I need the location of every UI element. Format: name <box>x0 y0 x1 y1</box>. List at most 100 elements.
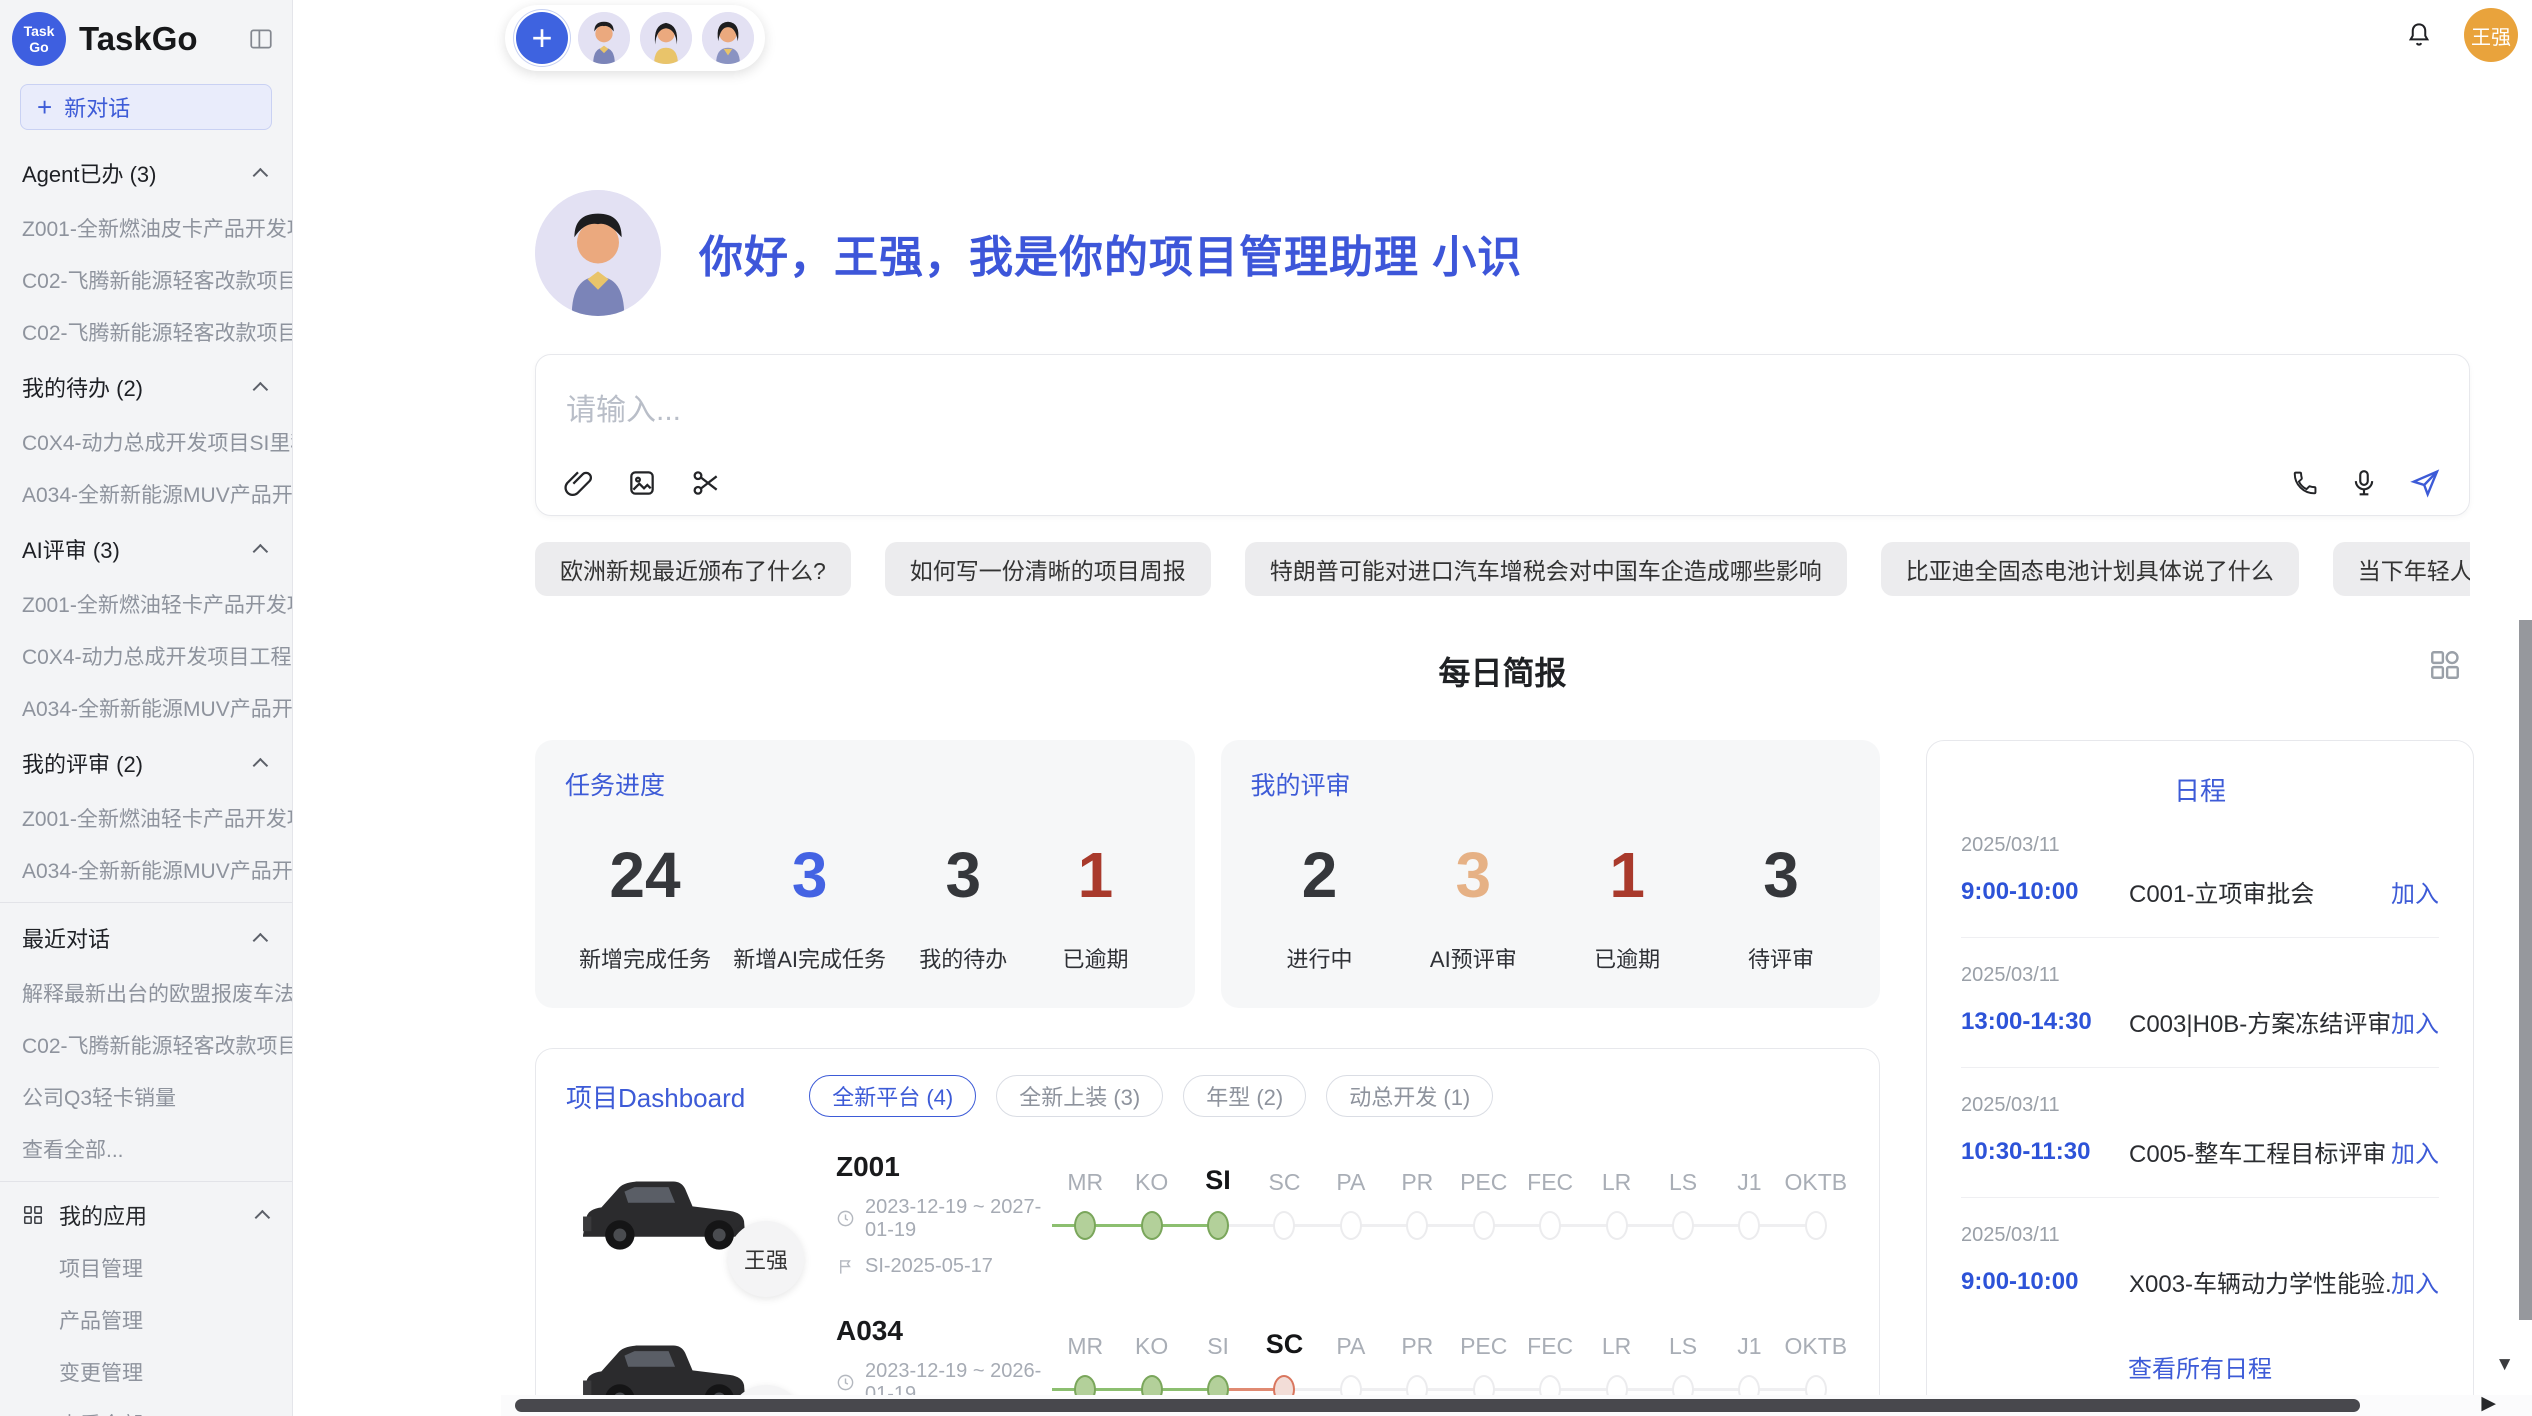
horizontal-scrollbar-thumb[interactable] <box>515 1399 2360 1412</box>
suggestion-chip[interactable]: 特朗普可能对进口汽车增税会对中国车企造成哪些影响 <box>1245 542 1847 596</box>
stat-label: 新增AI完成任务 <box>733 942 886 974</box>
schedule-item: 2025/03/11 9:00-10:00 X003-车辆动力学性能验... 加… <box>1961 1198 2439 1327</box>
chat-input-box[interactable]: 请输入... <box>535 354 2470 516</box>
user-avatar[interactable]: 王强 <box>2464 8 2518 62</box>
clock-icon <box>836 1373 855 1392</box>
content: 你好，王强，我是你的项目管理助理 小识 请输入... 欧洲新规最近颁布了什么?如… <box>535 0 2470 1416</box>
sidebar-item[interactable]: Z001-全新燃油皮卡产品开发项目SI节点Lesson Learn报告 <box>0 202 292 254</box>
milestone[interactable]: PA <box>1318 1158 1384 1262</box>
suggestion-chips: 欧洲新规最近颁布了什么? 如何写一份清晰的项目周报特朗普可能对进口汽车增税会对中国… <box>535 542 2470 596</box>
sidebar-section-title: Agent已办 (3) <box>22 157 157 189</box>
schedule-event-title: C005-整车工程目标评审 <box>2119 1134 2391 1169</box>
milestone-label: SI <box>1185 1322 1251 1360</box>
stat-value: 2 <box>1265 838 1375 912</box>
join-meeting-link[interactable]: 加入 <box>2391 1004 2439 1039</box>
layout-grid-icon[interactable] <box>2428 648 2462 682</box>
session-avatar[interactable] <box>702 12 754 64</box>
join-meeting-link[interactable]: 加入 <box>2391 874 2439 909</box>
milestone[interactable]: SI <box>1185 1158 1251 1262</box>
milestone[interactable]: FEC <box>1517 1158 1583 1262</box>
sidebar-section-header[interactable]: Agent已办 (3) <box>0 144 292 202</box>
sidebar-section-header[interactable]: 我的评审 (2) <box>0 734 292 792</box>
sidebar-section-header[interactable]: AI评审 (3) <box>0 520 292 578</box>
app-item[interactable]: 变更管理 <box>0 1346 292 1398</box>
filter-pill[interactable]: 动总开发 (1) <box>1326 1075 1493 1117</box>
session-avatar[interactable] <box>640 12 692 64</box>
milestone[interactable]: PR <box>1384 1158 1450 1262</box>
scroll-down-arrow-icon[interactable]: ▼ <box>2495 1354 2514 1376</box>
send-icon[interactable] <box>2409 467 2441 499</box>
suggestion-chip[interactable]: 欧洲新规最近颁布了什么? <box>535 542 851 596</box>
sidebar-section-header[interactable]: 我的待办 (2) <box>0 358 292 416</box>
sidebar-item[interactable]: A034-全新新能源MUV产品开发项目法规符合性评审 <box>0 682 292 734</box>
sidebar-item[interactable]: Z001-全新燃油轻卡产品开发项目SI造型提交物评审 <box>0 578 292 630</box>
stat-value: 24 <box>579 838 711 912</box>
phone-call-icon[interactable] <box>2289 468 2319 498</box>
image-upload-icon[interactable] <box>626 467 658 499</box>
attachment-icon[interactable] <box>562 467 594 499</box>
suggestion-chip[interactable]: 当下年轻人对汽车外观有怎样的喜好趋势 <box>2333 542 2470 596</box>
milestone-label: FEC <box>1517 1322 1583 1360</box>
scissors-icon[interactable] <box>690 467 722 499</box>
milestone-label: OKTB <box>1783 1322 1849 1360</box>
sidebar-item[interactable]: C0X4-动力总成开发项目工程变更评审 <box>0 630 292 682</box>
stat-item: 3 待评审 <box>1726 838 1836 974</box>
milestone[interactable]: OKTB <box>1783 1158 1849 1262</box>
suggestion-chip[interactable]: 比亚迪全固态电池计划具体说了什么 <box>1881 542 2299 596</box>
milestone[interactable]: SC <box>1251 1158 1317 1262</box>
scroll-right-arrow-icon[interactable]: ▶ <box>2481 1392 2496 1415</box>
session-switcher: + <box>505 5 765 71</box>
project-row[interactable]: 王强 Z001 2023-12-19 ~ 2027-01-19 <box>566 1147 1849 1281</box>
apps-view-all[interactable]: 查看全部... <box>0 1398 292 1416</box>
divider <box>0 1181 292 1182</box>
vertical-scrollbar-thumb[interactable] <box>2519 620 2532 1320</box>
stat-label: 新增完成任务 <box>579 942 711 974</box>
stat-label: 已逾期 <box>1040 942 1150 974</box>
session-avatar[interactable] <box>578 12 630 64</box>
milestone-label: LR <box>1583 1158 1649 1196</box>
my-apps-header[interactable]: 我的应用 <box>0 1188 292 1242</box>
recent-chat-item[interactable]: C02-飞腾新能源轻客改款项目的闭环通告反馈情况 <box>0 1019 292 1071</box>
app-item[interactable]: 产品管理 <box>0 1294 292 1346</box>
sidebar-item[interactable]: A034-全新新能源MUV产品开发项目计划变更表编写 <box>0 468 292 520</box>
milestone[interactable]: J1 <box>1716 1158 1782 1262</box>
milestone-node <box>1805 1211 1827 1240</box>
app-logo: Task Go <box>12 12 66 66</box>
milestone[interactable]: MR <box>1052 1158 1118 1262</box>
app-title: TaskGo <box>79 20 248 58</box>
milestone[interactable]: PEC <box>1451 1158 1517 1262</box>
suggestion-chip[interactable]: 如何写一份清晰的项目周报 <box>885 542 1211 596</box>
milestone-label: PEC <box>1451 1158 1517 1196</box>
project-dashboard-card: 项目Dashboard 全新平台 (4)全新上装 (3)年型 (2)动总开发 (… <box>535 1048 1880 1416</box>
milestone-label: FEC <box>1517 1158 1583 1196</box>
sidebar-item[interactable]: A034-全新新能源MUV产品开发项目造型可行性评审 <box>0 844 292 896</box>
milestone-label: SI <box>1185 1158 1251 1196</box>
filter-pill[interactable]: 年型 (2) <box>1183 1075 1306 1117</box>
join-meeting-link[interactable]: 加入 <box>2391 1264 2439 1299</box>
milestone[interactable]: LS <box>1650 1158 1716 1262</box>
app-item[interactable]: 项目管理 <box>0 1242 292 1294</box>
sidebar-item[interactable]: C0X4-动力总成开发项目SI里程碑提交物检查 <box>0 416 292 468</box>
milestone[interactable]: KO <box>1118 1158 1184 1262</box>
milestone-label: OKTB <box>1783 1158 1849 1196</box>
sidebar-collapse-icon[interactable] <box>248 26 274 52</box>
milestone-node <box>1207 1211 1229 1240</box>
view-all-schedule-link[interactable]: 查看所有日程 <box>1961 1327 2439 1400</box>
chevron-up-icon <box>253 167 269 183</box>
add-session-button[interactable]: + <box>516 12 568 64</box>
recent-chat-item[interactable]: 解释最新出台的欧盟报废车法规再生塑料比例被调至15%... <box>0 967 292 1019</box>
filter-pill[interactable]: 全新上装 (3) <box>996 1075 1163 1117</box>
filter-pill[interactable]: 全新平台 (4) <box>809 1075 976 1117</box>
recent-view-all[interactable]: 查看全部... <box>0 1123 292 1175</box>
sidebar-item[interactable]: C02-飞腾新能源轻客改款项目里程碑画布 <box>0 254 292 306</box>
milestone[interactable]: LR <box>1583 1158 1649 1262</box>
microphone-icon[interactable] <box>2349 468 2379 498</box>
recent-chat-item[interactable]: 公司Q3轻卡销量 <box>0 1071 292 1123</box>
new-chat-button[interactable]: + 新对话 <box>20 84 272 130</box>
join-meeting-link[interactable]: 加入 <box>2391 1134 2439 1169</box>
milestone-label: SC <box>1251 1158 1317 1196</box>
recent-chats-header[interactable]: 最近对话 <box>0 909 292 967</box>
sidebar-item[interactable]: Z001-全新燃油轻卡产品开发项目SI节点属性5D文件评审 <box>0 792 292 844</box>
notification-bell-icon[interactable] <box>2404 20 2434 50</box>
sidebar-item[interactable]: C02-飞腾新能源轻客改款项目立项汇报方案 <box>0 306 292 358</box>
